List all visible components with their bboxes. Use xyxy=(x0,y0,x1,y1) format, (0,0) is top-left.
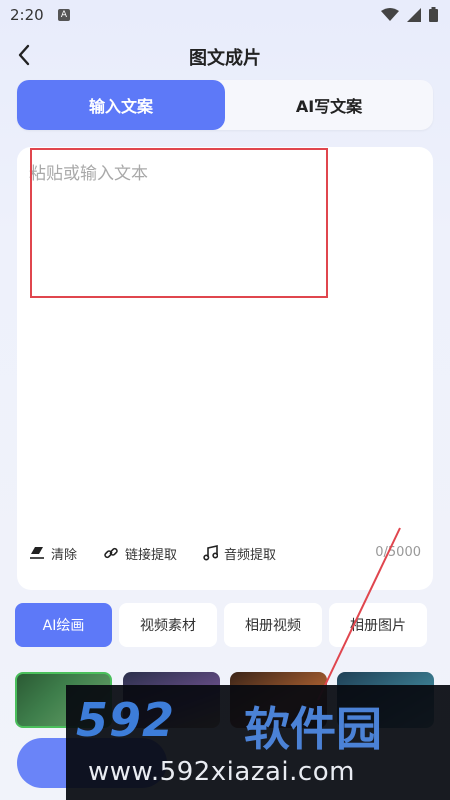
text-input[interactable] xyxy=(29,159,419,529)
link-extract-label: 链接提取 xyxy=(125,547,178,563)
category-album-video[interactable]: 相册视频 xyxy=(224,603,322,647)
status-bar: 2:20 A xyxy=(0,0,450,32)
watermark-overlay: 592 软件园 www.592xiazai.com xyxy=(66,685,450,800)
audio-extract-button[interactable]: 音频提取 xyxy=(203,544,276,563)
eraser-icon xyxy=(30,547,44,559)
tab-input-copy[interactable]: 输入文案 xyxy=(17,80,225,130)
top-bar: 图文成片 xyxy=(0,32,450,78)
watermark-logo-text: 软件园 xyxy=(244,702,382,756)
battery-icon xyxy=(429,7,438,22)
status-icons xyxy=(381,7,438,22)
signal-icon xyxy=(407,7,421,22)
tab-switch: 输入文案 AI写文案 xyxy=(17,80,433,130)
notification-icon: A xyxy=(58,9,70,21)
status-time: 2:20 xyxy=(10,6,44,24)
link-icon xyxy=(104,547,118,559)
editor-toolbar: 清除 链接提取 音频提取 0/5000 xyxy=(29,541,421,565)
text-editor-card: 清除 链接提取 音频提取 0/5000 xyxy=(17,147,433,590)
character-count: 0/5000 xyxy=(375,545,421,560)
audio-extract-label: 音频提取 xyxy=(224,547,277,563)
wifi-icon xyxy=(381,7,399,21)
category-ai-painting[interactable]: AI绘画 xyxy=(15,603,112,647)
clear-button[interactable]: 清除 xyxy=(29,544,77,563)
category-video-material[interactable]: 视频素材 xyxy=(119,603,217,647)
page-title: 图文成片 xyxy=(189,48,261,69)
music-icon xyxy=(203,545,219,561)
watermark-url: www.592xiazai.com xyxy=(88,757,355,787)
watermark-logo-digits: 592 xyxy=(76,693,176,747)
category-row: AI绘画 视频素材 相册视频 相册图片 xyxy=(15,603,435,647)
link-extract-button[interactable]: 链接提取 xyxy=(103,544,177,563)
clear-label: 清除 xyxy=(51,547,78,563)
tab-ai-write-copy[interactable]: AI写文案 xyxy=(225,80,433,130)
category-album-image[interactable]: 相册图片 xyxy=(329,603,427,647)
